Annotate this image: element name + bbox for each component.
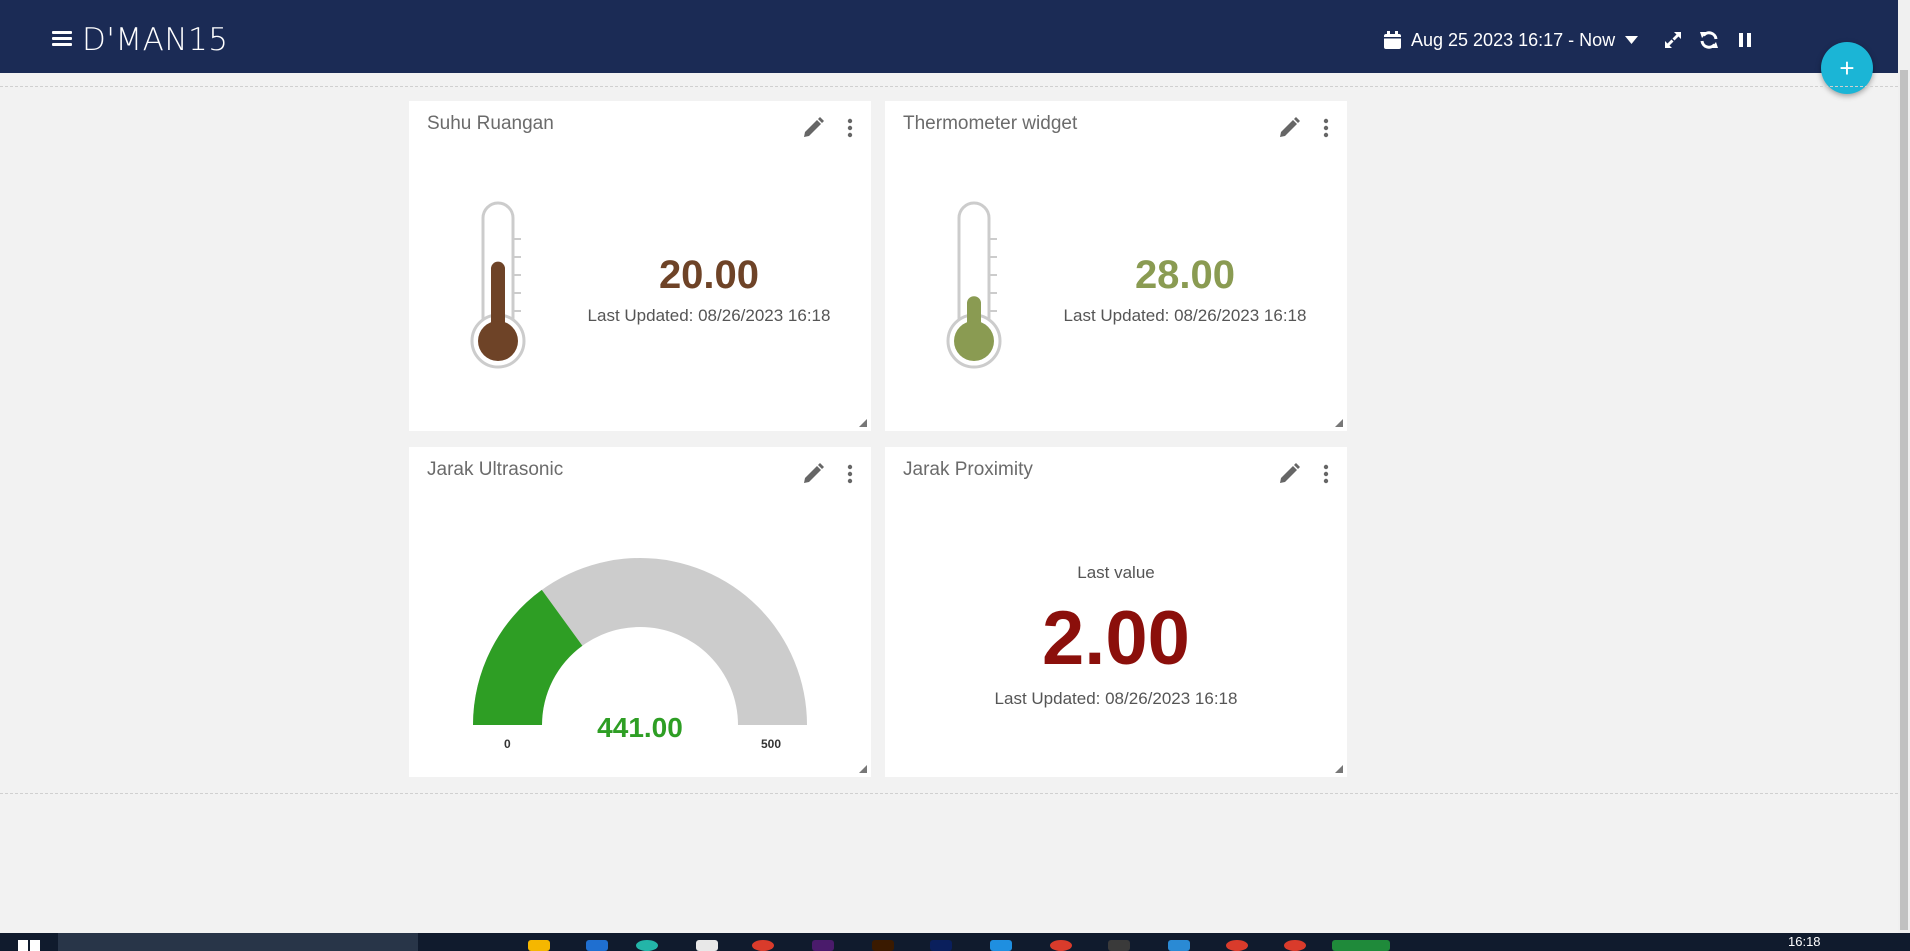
taskbar-search-box[interactable]	[58, 933, 418, 951]
chrome-icon[interactable]	[1284, 940, 1306, 951]
widget-suhu-ruangan[interactable]: Suhu Ruangan 20.00 Last Updated: 08/26/2…	[409, 101, 871, 431]
chrome-icon[interactable]	[1226, 940, 1248, 951]
taskbar-clock[interactable]: 16:18	[1788, 934, 1821, 949]
resize-handle-icon[interactable]	[1335, 765, 1343, 773]
more-vert-icon[interactable]	[840, 115, 860, 141]
date-range-picker[interactable]: Aug 25 2023 16:17 - Now	[1384, 28, 1639, 52]
temperature-value: 28.00	[1134, 253, 1236, 297]
widget-title: Jarak Proximity	[903, 459, 1033, 480]
app-icon[interactable]	[812, 940, 834, 951]
app-icon[interactable]	[696, 940, 718, 951]
widget-title: Suhu Ruangan	[427, 113, 554, 134]
gauge-max-label: 500	[761, 737, 782, 751]
terminal-icon[interactable]	[1108, 940, 1130, 951]
app-icon[interactable]	[872, 940, 894, 951]
app-icon[interactable]	[636, 940, 658, 951]
app-icon[interactable]	[586, 940, 608, 951]
calendar-icon	[1384, 31, 1401, 49]
last-updated-text: Last Updated: 08/26/2023 16:18	[1063, 306, 1307, 325]
battery-indicator[interactable]	[1332, 940, 1390, 951]
windows-start-icon[interactable]	[18, 940, 40, 951]
os-taskbar: 16:18	[0, 933, 1910, 951]
app-icon[interactable]	[930, 940, 952, 951]
resize-handle-icon[interactable]	[859, 765, 867, 773]
resize-handle-icon[interactable]	[859, 419, 867, 427]
widget-title: Thermometer widget	[903, 113, 1078, 134]
fullscreen-icon[interactable]	[1661, 28, 1685, 52]
pause-icon[interactable]	[1733, 28, 1757, 52]
pencil-icon[interactable]	[800, 115, 826, 141]
thermometer-graphic	[470, 201, 526, 369]
chrome-icon[interactable]	[1050, 940, 1072, 951]
widget-jarak-proximity[interactable]: Jarak Proximity Last value 2.00 Last Upd…	[885, 447, 1347, 777]
resize-handle-icon[interactable]	[1335, 419, 1343, 427]
menu-icon[interactable]	[52, 31, 72, 47]
widget-thermometer[interactable]: Thermometer widget 28.00 Last Updated: 0…	[885, 101, 1347, 431]
app-icon[interactable]	[990, 940, 1012, 951]
app-icon[interactable]	[752, 940, 774, 951]
grid-top-divider	[0, 86, 1898, 87]
top-navbar: D'MAN15 Aug 25 2023 16:17 - Now	[0, 0, 1898, 73]
last-updated-text: Last Updated: 08/26/2023 16:18	[994, 689, 1238, 708]
vscode-icon[interactable]	[1168, 940, 1190, 951]
thermometer-bulb	[478, 321, 518, 361]
refresh-icon[interactable]	[1697, 28, 1721, 52]
temperature-value: 20.00	[658, 253, 760, 297]
file-explorer-icon[interactable]	[528, 940, 550, 951]
last-value-label: Last value	[1077, 563, 1155, 582]
thermometer-graphic	[946, 201, 1002, 369]
thermometer-bulb	[954, 321, 994, 361]
last-updated-text: Last Updated: 08/26/2023 16:18	[587, 306, 831, 325]
more-vert-icon[interactable]	[1316, 115, 1336, 141]
gauge-value: 441.00	[597, 712, 683, 743]
more-vert-icon[interactable]	[1316, 461, 1336, 487]
grid-bottom-divider	[0, 793, 1898, 794]
proximity-value: 2.00	[1042, 596, 1190, 681]
pencil-icon[interactable]	[1276, 115, 1302, 141]
caret-down-icon	[1625, 36, 1639, 44]
gauge-min-label: 0	[504, 737, 511, 751]
date-range-label: Aug 25 2023 16:17 - Now	[1411, 29, 1616, 50]
brand-title: D'MAN15	[82, 22, 229, 58]
pencil-icon[interactable]	[1276, 461, 1302, 487]
widget-jarak-ultrasonic[interactable]: Jarak Ultrasonic 441.00 0 500	[409, 447, 871, 777]
page-scrollbar[interactable]	[1898, 0, 1910, 951]
